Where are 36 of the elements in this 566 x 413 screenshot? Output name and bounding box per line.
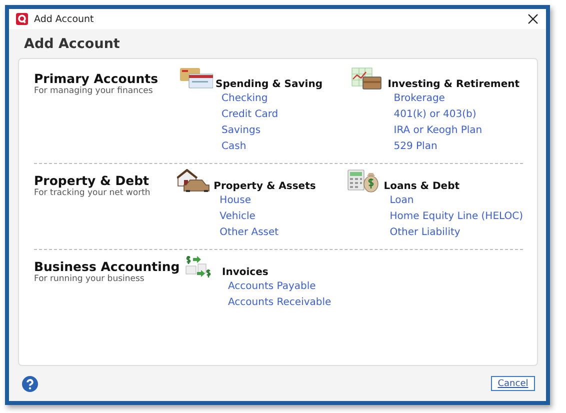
account-type-link[interactable]: Checking [222, 91, 268, 107]
account-type-link[interactable]: Savings [222, 123, 261, 139]
account-type-link[interactable]: Accounts Receivable [228, 295, 332, 311]
account-type-link[interactable]: Home Equity Line (HELOC) [390, 209, 523, 225]
group-title: Invoices [222, 267, 268, 279]
close-icon[interactable] [528, 14, 538, 24]
group-title: Property & Assets [214, 181, 316, 193]
account-type-link[interactable]: Loan [390, 193, 414, 209]
account-type-link[interactable]: Accounts Payable [228, 279, 316, 295]
section-subtitle: For tracking your net worth [34, 188, 152, 198]
account-type-link[interactable]: Vehicle [220, 209, 256, 225]
group-title: Spending & Saving [216, 79, 322, 91]
section-title: Business Accounting [34, 259, 181, 274]
section-subtitle: For running your business [34, 274, 146, 284]
account-type-link[interactable]: Brokerage [394, 91, 445, 107]
window-title: Add Account [34, 14, 95, 24]
group-title: Investing & Retirement [388, 79, 520, 91]
section-subtitle: For managing your finances [34, 86, 154, 96]
dialog-heading: Add Account [23, 35, 121, 54]
card-icon [178, 67, 212, 91]
help-icon[interactable] [22, 376, 38, 392]
app-logo-icon [16, 13, 28, 25]
section-title: Property & Debt [34, 173, 150, 188]
account-type-link[interactable]: House [220, 193, 252, 209]
account-type-link[interactable]: Credit Card [222, 107, 278, 123]
account-type-link[interactable]: Other Asset [220, 225, 279, 241]
account-type-link[interactable]: Cash [222, 139, 246, 155]
group-title: Loans & Debt [384, 181, 460, 193]
cancel-button[interactable]: Cancel [491, 376, 535, 391]
account-type-link[interactable]: IRA or Keogh Plan [394, 123, 482, 139]
account-type-link[interactable]: 529 Plan [394, 139, 438, 155]
account-type-link[interactable]: 401(k) or 403(b) [394, 107, 476, 123]
section-title: Primary Accounts [34, 71, 160, 86]
account-type-link[interactable]: Other Liability [390, 225, 460, 241]
calculator-moneybag-icon [346, 169, 381, 193]
house-car-icon [176, 169, 211, 193]
